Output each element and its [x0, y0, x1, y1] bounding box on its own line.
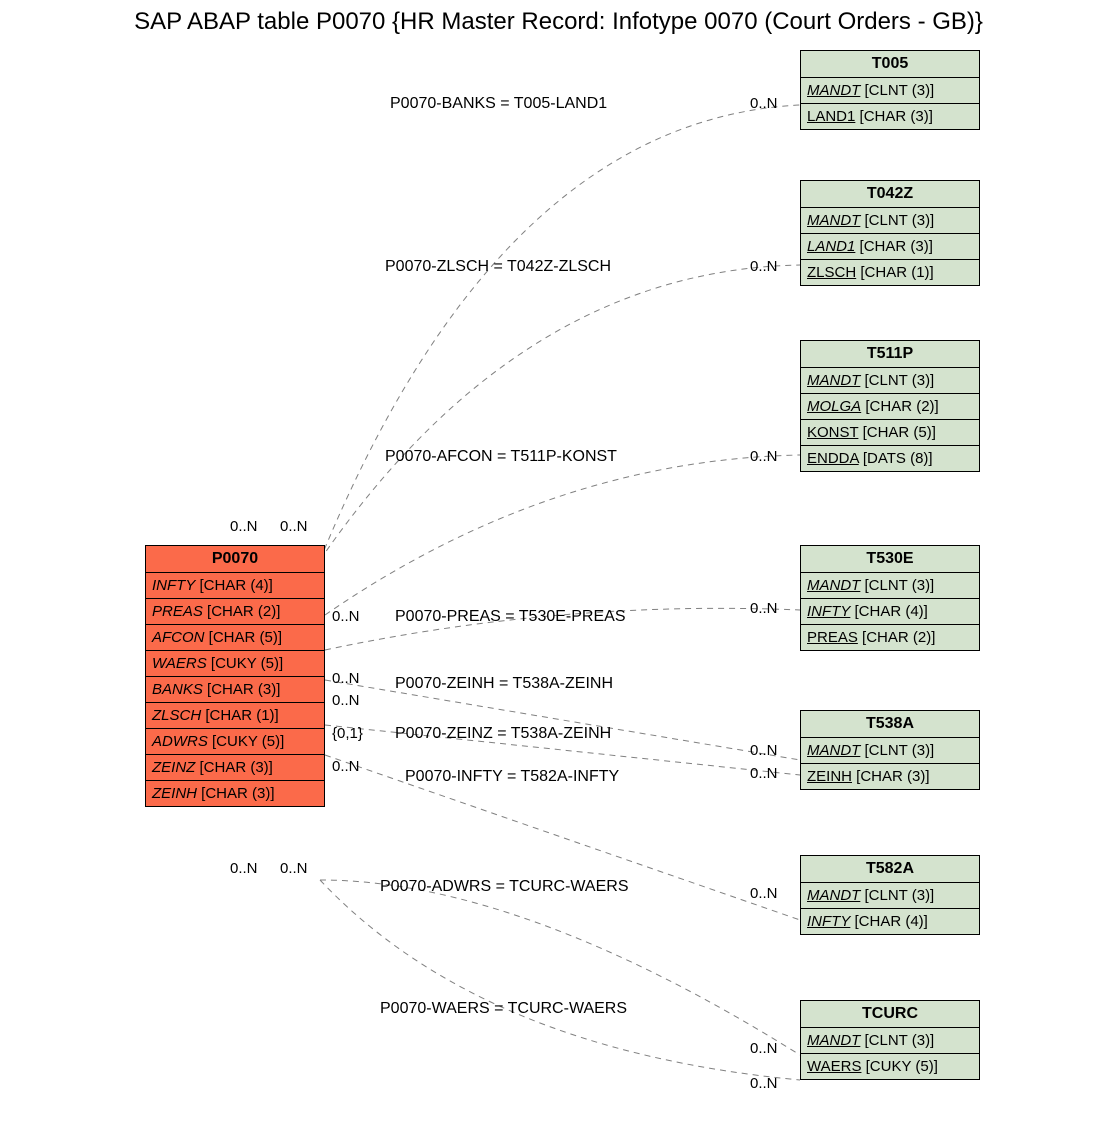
cardinality: 0..N [332, 670, 360, 687]
table-header: T582A [801, 856, 979, 883]
cardinality: 0..N [332, 692, 360, 709]
field-row: INFTY [CHAR (4)] [146, 573, 324, 599]
cardinality: 0..N [750, 885, 778, 902]
cardinality: 0..N [280, 860, 308, 877]
field-row: MOLGA [CHAR (2)] [801, 394, 979, 420]
table-t042z: T042ZMANDT [CLNT (3)]LAND1 [CHAR (3)]ZLS… [800, 180, 980, 286]
edge-label: P0070-WAERS = TCURC-WAERS [380, 1000, 627, 1018]
table-t530e: T530EMANDT [CLNT (3)]INFTY [CHAR (4)]PRE… [800, 545, 980, 651]
cardinality: 0..N [750, 95, 778, 112]
field-row: PREAS [CHAR (2)] [146, 599, 324, 625]
cardinality: {0,1} [332, 725, 363, 742]
field-row: MANDT [CLNT (3)] [801, 883, 979, 909]
table-header: TCURC [801, 1001, 979, 1028]
edge-label: P0070-ZLSCH = T042Z-ZLSCH [385, 258, 611, 276]
table-tcurc: TCURCMANDT [CLNT (3)]WAERS [CUKY (5)] [800, 1000, 980, 1080]
field-row: MANDT [CLNT (3)] [801, 573, 979, 599]
field-row: AFCON [CHAR (5)] [146, 625, 324, 651]
field-row: KONST [CHAR (5)] [801, 420, 979, 446]
edge-label: P0070-INFTY = T582A-INFTY [405, 768, 619, 786]
field-row: ZLSCH [CHAR (1)] [146, 703, 324, 729]
field-row: ADWRS [CUKY (5)] [146, 729, 324, 755]
field-row: ZEINH [CHAR (3)] [801, 764, 979, 789]
table-t005: T005MANDT [CLNT (3)]LAND1 [CHAR (3)] [800, 50, 980, 130]
field-row: WAERS [CUKY (5)] [801, 1054, 979, 1079]
field-row: ZEINH [CHAR (3)] [146, 781, 324, 806]
table-t511p: T511PMANDT [CLNT (3)]MOLGA [CHAR (2)]KON… [800, 340, 980, 472]
edge-label: P0070-BANKS = T005-LAND1 [390, 95, 607, 113]
field-row: ZLSCH [CHAR (1)] [801, 260, 979, 285]
table-header: T530E [801, 546, 979, 573]
field-row: PREAS [CHAR (2)] [801, 625, 979, 650]
table-p0070: P0070 INFTY [CHAR (4)]PREAS [CHAR (2)]AF… [145, 545, 325, 807]
cardinality: 0..N [750, 765, 778, 782]
field-row: INFTY [CHAR (4)] [801, 909, 979, 934]
cardinality: 0..N [230, 860, 258, 877]
cardinality: 0..N [230, 518, 258, 535]
cardinality: 0..N [750, 258, 778, 275]
table-header: T042Z [801, 181, 979, 208]
edge-label: P0070-PREAS = T530E-PREAS [395, 608, 626, 626]
cardinality: 0..N [332, 758, 360, 775]
cardinality: 0..N [280, 518, 308, 535]
field-row: ZEINZ [CHAR (3)] [146, 755, 324, 781]
cardinality: 0..N [750, 448, 778, 465]
edge-label: P0070-ZEINZ = T538A-ZEINH [395, 725, 611, 743]
cardinality: 0..N [750, 742, 778, 759]
field-row: MANDT [CLNT (3)] [801, 208, 979, 234]
table-t538a: T538AMANDT [CLNT (3)]ZEINH [CHAR (3)] [800, 710, 980, 790]
table-t582a: T582AMANDT [CLNT (3)]INFTY [CHAR (4)] [800, 855, 980, 935]
table-header: T538A [801, 711, 979, 738]
field-row: MANDT [CLNT (3)] [801, 738, 979, 764]
edge-label: P0070-ZEINH = T538A-ZEINH [395, 675, 613, 693]
field-row: BANKS [CHAR (3)] [146, 677, 324, 703]
field-row: MANDT [CLNT (3)] [801, 78, 979, 104]
cardinality: 0..N [332, 608, 360, 625]
field-row: MANDT [CLNT (3)] [801, 368, 979, 394]
field-row: INFTY [CHAR (4)] [801, 599, 979, 625]
field-row: WAERS [CUKY (5)] [146, 651, 324, 677]
edge-label: P0070-AFCON = T511P-KONST [385, 448, 617, 466]
field-row: ENDDA [DATS (8)] [801, 446, 979, 471]
field-row: MANDT [CLNT (3)] [801, 1028, 979, 1054]
cardinality: 0..N [750, 1075, 778, 1092]
table-header: P0070 [146, 546, 324, 573]
edge-label: P0070-ADWRS = TCURC-WAERS [380, 878, 629, 896]
field-row: LAND1 [CHAR (3)] [801, 234, 979, 260]
cardinality: 0..N [750, 1040, 778, 1057]
table-header: T005 [801, 51, 979, 78]
cardinality: 0..N [750, 600, 778, 617]
table-header: T511P [801, 341, 979, 368]
field-row: LAND1 [CHAR (3)] [801, 104, 979, 129]
